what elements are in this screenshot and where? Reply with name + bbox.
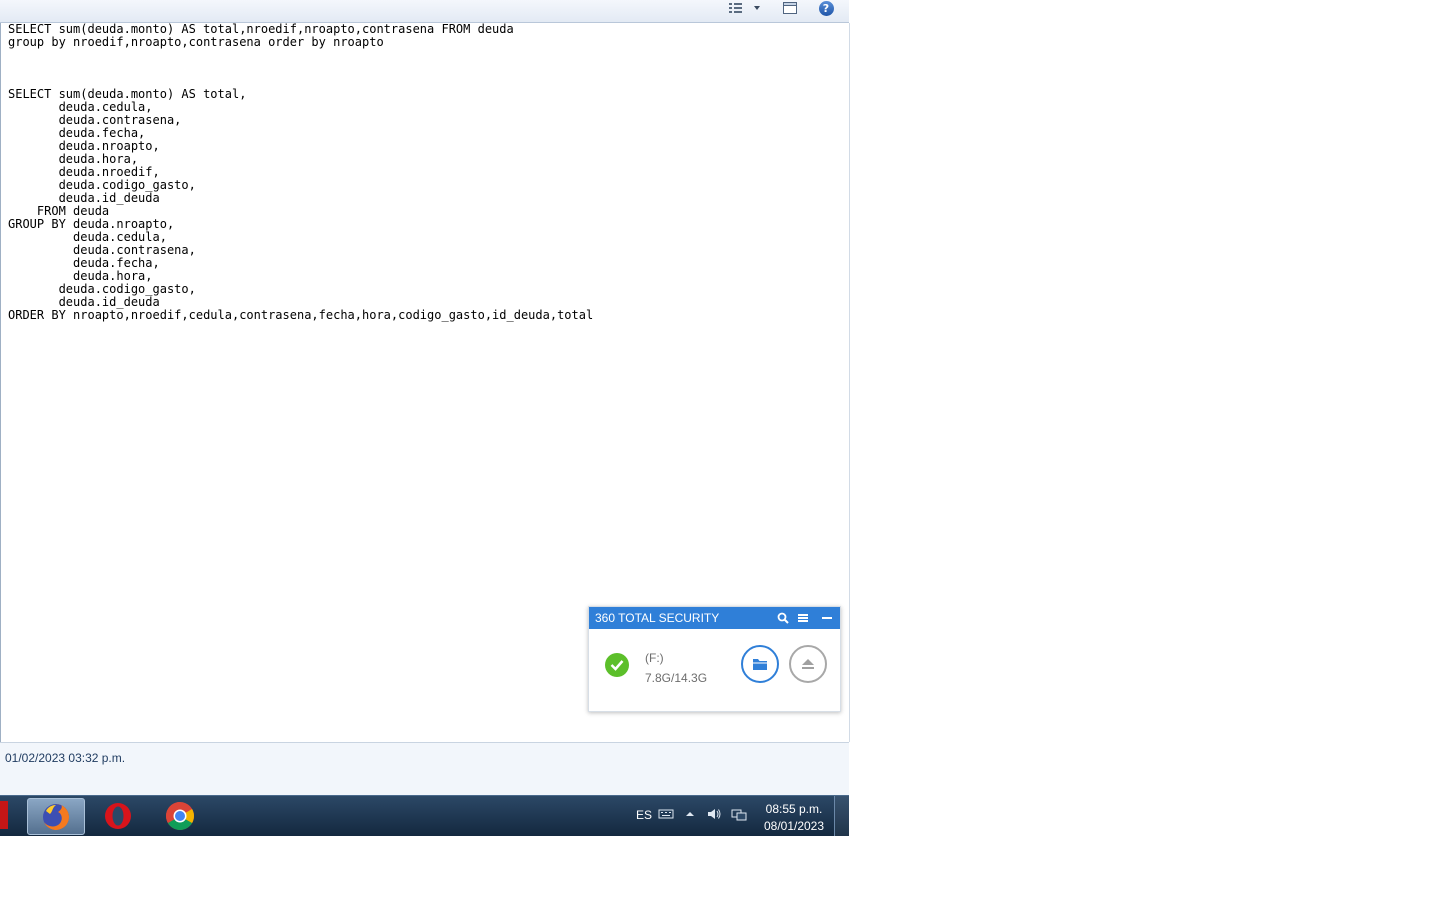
show-hidden-icons-button[interactable] bbox=[682, 806, 698, 822]
eject-drive-button[interactable] bbox=[789, 645, 827, 683]
help-icon: ? bbox=[818, 0, 834, 16]
network-icon[interactable] bbox=[731, 806, 747, 822]
window-toolbar: ? bbox=[0, 0, 849, 23]
clock-time: 08:55 p.m. bbox=[765, 802, 823, 816]
taskbar: ES 08:55 p.m. 08/01/2023 bbox=[0, 795, 850, 836]
drive-label: (F:) bbox=[645, 651, 664, 665]
security-popup-header: 360 TOTAL SECURITY bbox=[589, 607, 840, 629]
details-pane: 01/02/2023 03:32 p.m. bbox=[0, 742, 849, 795]
taskbar-clock[interactable]: 08:55 p.m. 08/01/2023 bbox=[758, 801, 830, 835]
open-drive-button[interactable] bbox=[741, 645, 779, 683]
views-icon bbox=[729, 3, 760, 13]
clock-date: 08/01/2023 bbox=[763, 819, 825, 833]
chrome-icon bbox=[166, 801, 194, 830]
keyboard-icon[interactable] bbox=[658, 806, 674, 822]
language-indicator[interactable]: ES bbox=[636, 808, 652, 822]
folder-icon bbox=[753, 659, 767, 670]
security-popup-title: 360 TOTAL SECURITY bbox=[595, 611, 720, 625]
preview-pane-button[interactable] bbox=[780, 0, 800, 16]
search-icon bbox=[777, 612, 789, 624]
popup-search-button[interactable] bbox=[775, 610, 791, 626]
security-popup: 360 TOTAL SECURITY (F:) 7.8G/14.3G bbox=[588, 606, 841, 712]
menu-icon bbox=[798, 614, 808, 622]
help-button[interactable]: ? bbox=[816, 0, 836, 16]
modified-date: 01/02/2023 03:32 p.m. bbox=[5, 751, 126, 765]
popup-minimize-button[interactable] bbox=[819, 610, 835, 626]
opera-icon bbox=[105, 802, 131, 829]
taskbar-app-partial[interactable] bbox=[0, 801, 8, 829]
volume-icon[interactable] bbox=[706, 806, 722, 822]
eject-icon bbox=[802, 659, 814, 669]
sql-text: SELECT sum(deuda.monto) AS total,nroedif… bbox=[8, 22, 594, 322]
minimize-icon bbox=[822, 617, 832, 619]
drive-usage: 7.8G/14.3G bbox=[645, 671, 708, 685]
taskbar-opera[interactable] bbox=[90, 798, 146, 833]
popup-menu-button[interactable] bbox=[795, 610, 811, 626]
show-desktop-button[interactable] bbox=[834, 796, 850, 836]
chevron-up-icon bbox=[686, 812, 694, 816]
taskbar-chrome[interactable] bbox=[152, 798, 208, 833]
firefox-icon bbox=[43, 803, 69, 830]
taskbar-firefox[interactable] bbox=[27, 798, 85, 835]
preview-pane-icon bbox=[783, 2, 797, 14]
change-view-button[interactable] bbox=[724, 0, 764, 16]
drive-ok-icon bbox=[605, 653, 629, 677]
